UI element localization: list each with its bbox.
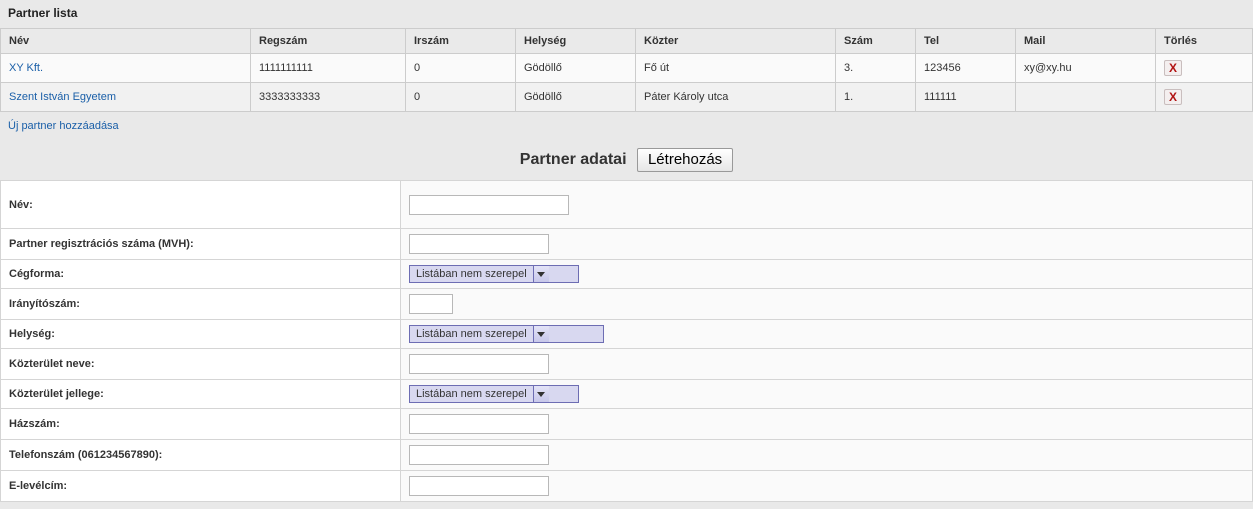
email-input[interactable] (409, 476, 549, 496)
cegforma-select-value: Listában nem szerepel (410, 268, 533, 280)
section-header: Partner adatai Létrehozás (0, 142, 1253, 180)
section-title: Partner adatai (520, 151, 627, 168)
partner-link[interactable]: XY Kft. (9, 62, 43, 74)
cell-irszam: 0 (406, 54, 516, 83)
helyseg-select-value: Listában nem szerepel (410, 328, 533, 340)
table-row: XY Kft. 1111111111 0 Gödöllő Fő út 3. 12… (1, 54, 1253, 83)
label-kozterulet-jellege: Közterület jellege: (1, 380, 401, 409)
col-kozter[interactable]: Közter (636, 29, 836, 54)
delete-button[interactable]: X (1164, 89, 1182, 105)
page-title: Partner lista (0, 0, 1253, 28)
kozterulet-neve-input[interactable] (409, 354, 549, 374)
add-partner-link[interactable]: Új partner hozzáadása (0, 112, 127, 142)
nev-input[interactable] (409, 195, 569, 215)
col-szam[interactable]: Szám (836, 29, 916, 54)
cell-regszam: 1111111111 (251, 54, 406, 83)
delete-button[interactable]: X (1164, 60, 1182, 76)
cell-regszam: 3333333333 (251, 83, 406, 112)
table-row: Szent István Egyetem 3333333333 0 Gödöll… (1, 83, 1253, 112)
kozterulet-jellege-select[interactable]: Listában nem szerepel (409, 385, 579, 403)
col-irszam[interactable]: Irszám (406, 29, 516, 54)
label-reg: Partner regisztrációs száma (MVH): (1, 229, 401, 260)
partner-table: Név Regszám Irszám Helység Közter Szám T… (0, 28, 1253, 112)
cell-irszam: 0 (406, 83, 516, 112)
cell-mail: xy@xy.hu (1016, 54, 1156, 83)
hazszam-input[interactable] (409, 414, 549, 434)
col-torles[interactable]: Törlés (1156, 29, 1253, 54)
chevron-down-icon (533, 386, 549, 402)
cell-kozter: Páter Károly utca (636, 83, 836, 112)
col-nev[interactable]: Név (1, 29, 251, 54)
cell-szam: 3. (836, 54, 916, 83)
partner-link[interactable]: Szent István Egyetem (9, 91, 116, 103)
cell-tel: 123456 (916, 54, 1016, 83)
label-telefonszam: Telefonszám (061234567890): (1, 440, 401, 471)
cell-tel: 111111 (916, 83, 1016, 112)
cegforma-select[interactable]: Listában nem szerepel (409, 265, 579, 283)
cell-szam: 1. (836, 83, 916, 112)
helyseg-select[interactable]: Listában nem szerepel (409, 325, 604, 343)
irszam-input[interactable] (409, 294, 453, 314)
col-helyseg[interactable]: Helység (516, 29, 636, 54)
chevron-down-icon (533, 326, 549, 342)
cell-helyseg: Gödöllő (516, 83, 636, 112)
label-kozterulet-neve: Közterület neve: (1, 349, 401, 380)
partner-form: Név: Partner regisztrációs száma (MVH): … (0, 180, 1253, 502)
label-helyseg: Helység: (1, 320, 401, 349)
cell-helyseg: Gödöllő (516, 54, 636, 83)
label-cegforma: Cégforma: (1, 260, 401, 289)
cell-mail (1016, 83, 1156, 112)
col-tel[interactable]: Tel (916, 29, 1016, 54)
label-nev: Név: (1, 181, 401, 229)
label-email: E-levélcím: (1, 471, 401, 502)
label-hazszam: Házszám: (1, 409, 401, 440)
regszam-input[interactable] (409, 234, 549, 254)
kozterulet-jellege-select-value: Listában nem szerepel (410, 388, 533, 400)
telefonszam-input[interactable] (409, 445, 549, 465)
col-mail[interactable]: Mail (1016, 29, 1156, 54)
col-regszam[interactable]: Regszám (251, 29, 406, 54)
chevron-down-icon (533, 266, 549, 282)
cell-kozter: Fő út (636, 54, 836, 83)
label-irszam: Irányítószám: (1, 289, 401, 320)
create-button[interactable]: Létrehozás (637, 148, 733, 172)
